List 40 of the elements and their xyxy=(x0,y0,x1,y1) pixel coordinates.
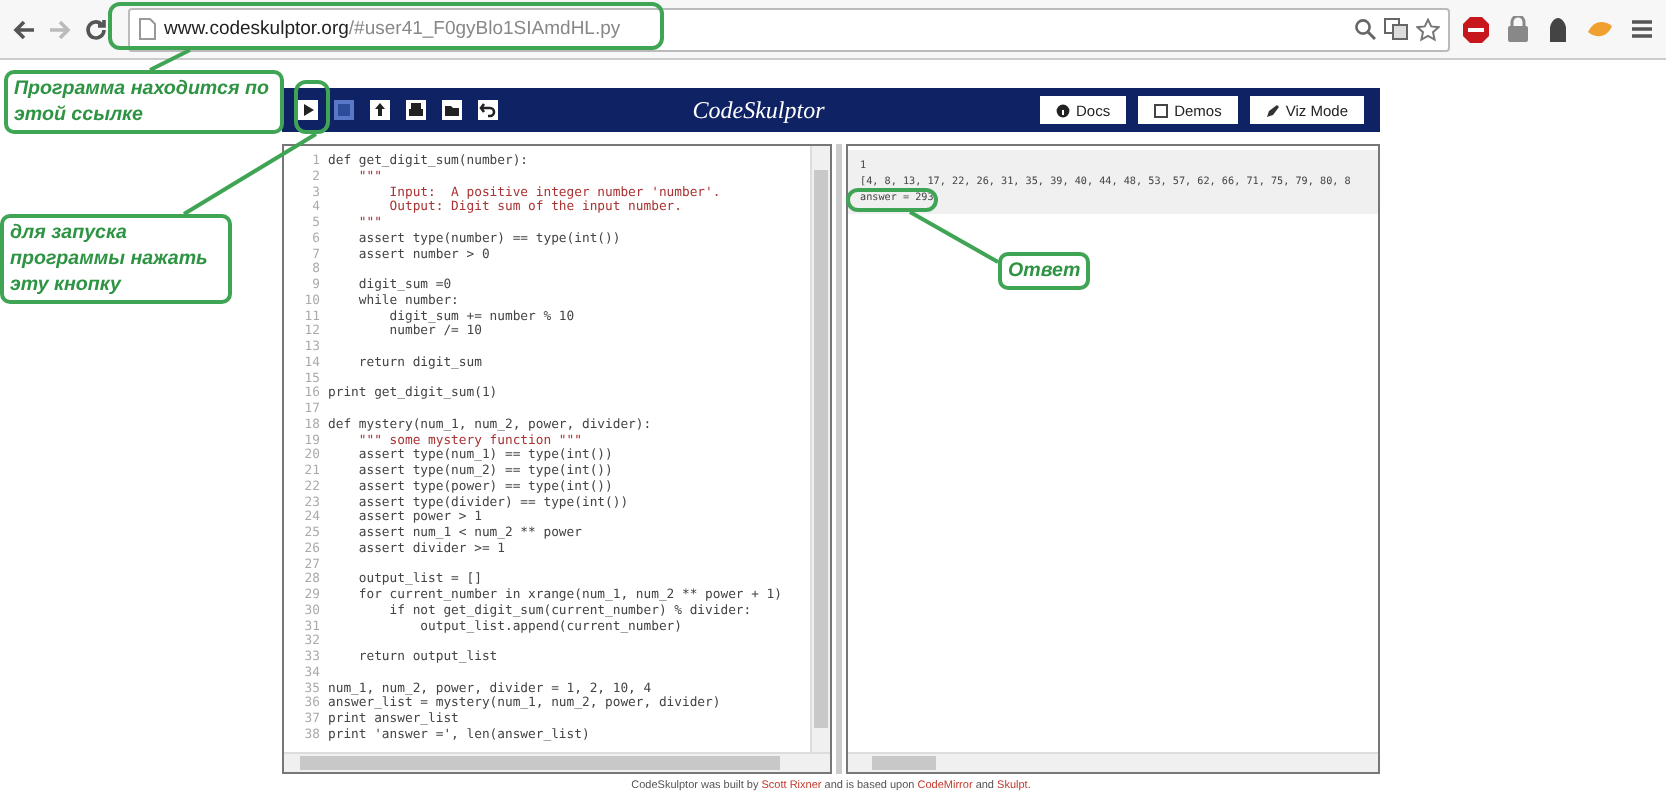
highlight-outline xyxy=(294,80,330,134)
leader-line xyxy=(149,48,191,72)
callout-note: Ответ xyxy=(998,252,1090,290)
page-icon xyxy=(138,18,156,40)
callout-note: для запуска программы нажать эту кнопку xyxy=(0,214,232,304)
printer-icon xyxy=(406,100,426,120)
menu-icon xyxy=(1630,18,1654,40)
play-icon xyxy=(298,100,318,120)
lock-icon xyxy=(1506,15,1530,43)
undo-arrow-icon xyxy=(478,100,498,120)
square-icon xyxy=(1154,103,1169,117)
reset-button[interactable] xyxy=(478,100,498,120)
address-bar[interactable]: www.codeskulptor.org/#user41_F0gyBlo1SIAmdHL.py xyxy=(128,7,1450,51)
folder-icon xyxy=(442,100,462,120)
run-button[interactable] xyxy=(298,100,318,120)
back-button[interactable] xyxy=(12,17,36,41)
reload-icon xyxy=(84,17,108,41)
reload-button[interactable] xyxy=(84,17,108,41)
square-icon xyxy=(334,100,354,120)
open-button[interactable] xyxy=(442,100,462,120)
upload-button[interactable] xyxy=(370,100,390,120)
leader-line xyxy=(909,210,999,264)
horizontal-scrollbar[interactable] xyxy=(284,752,830,772)
leader-line xyxy=(182,132,318,216)
horizontal-scrollbar[interactable] xyxy=(848,752,1378,772)
app-title: CodeSkulptor xyxy=(690,95,827,125)
highlight-outline xyxy=(846,188,938,212)
forward-arrow-icon xyxy=(48,17,72,41)
star-icon xyxy=(1416,17,1440,41)
back-arrow-icon xyxy=(12,17,36,41)
vertical-scrollbar[interactable] xyxy=(810,146,830,752)
callout-note: Программа находится по этой ссылке xyxy=(4,70,284,134)
url-text: www.codeskulptor.org/#user41_F0gyBlo1SIAmdHL.py xyxy=(164,18,621,40)
print-button[interactable] xyxy=(406,100,426,120)
zoom-icon xyxy=(1354,18,1376,40)
upload-arrow-icon xyxy=(370,100,390,120)
translate-icon xyxy=(1384,18,1408,40)
pencil-icon xyxy=(1265,103,1280,117)
info-icon xyxy=(1056,103,1070,117)
stop-sign-icon xyxy=(1462,15,1490,43)
